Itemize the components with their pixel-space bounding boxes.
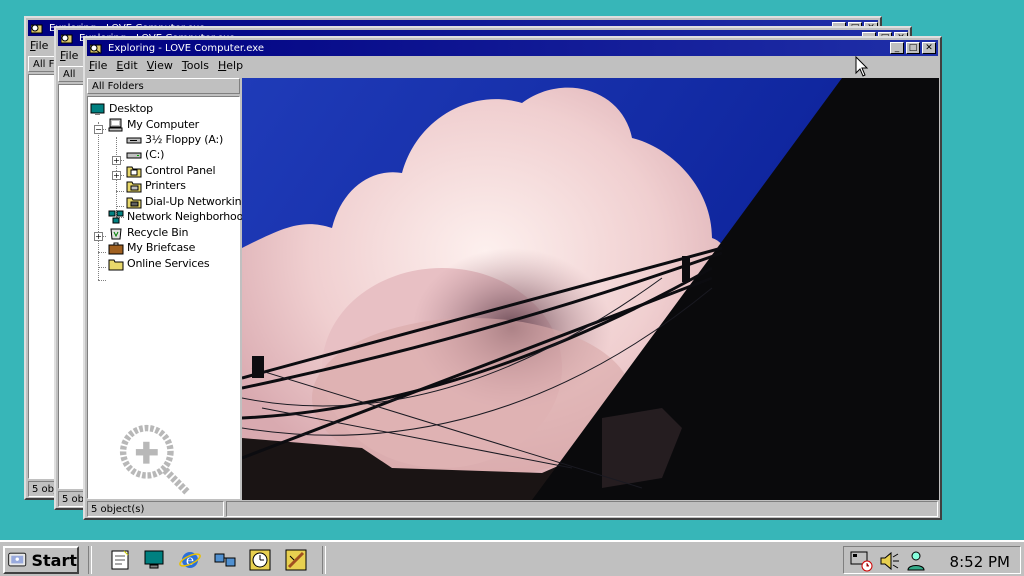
zoom-in-icon[interactable] [110,419,200,501]
collapse-toggle[interactable]: − [94,125,103,134]
hard-drive-icon [126,152,142,158]
menu-file[interactable]: File [30,39,48,52]
window-title: Exploring - LOVE Computer.exe [108,42,264,54]
minimize-button[interactable]: _ [890,42,904,54]
explorer-icon [61,34,73,43]
tree-item-control-panel[interactable]: Control Panel [126,163,216,178]
tree-item-desktop[interactable]: Desktop [90,101,153,116]
menu-file[interactable]: File [60,49,78,62]
notepad-icon[interactable] [107,548,133,572]
tree-item-floppy[interactable]: 3½ Floppy (A:) [126,132,223,147]
my-computer-icon [108,118,123,131]
monitor-icon[interactable] [141,548,167,572]
title-bar[interactable]: Exploring - LOVE Computer.exe _ □ ✕ [87,40,938,56]
tree-label: (C:) [145,148,165,161]
status-bar: 5 object(s) [87,501,938,519]
menu-edit[interactable]: Edit [116,59,137,72]
menu-bar: File Edit View Tools Help [85,56,940,74]
menu-view[interactable]: View [147,59,173,72]
tree-item-online-services[interactable]: Online Services [108,256,210,271]
menu-help[interactable]: Help [218,59,243,72]
expand-toggle[interactable]: + [112,171,121,180]
maximize-button[interactable]: □ [906,42,920,54]
status-cell [226,501,938,517]
status-text: 5 object(s) [87,501,224,517]
all-folders-header: All Folders [87,78,240,94]
paint-icon[interactable] [283,548,309,572]
menu-tools[interactable]: Tools [182,59,209,72]
tree-item-network[interactable]: Network Neighborhood [108,209,250,224]
tree-item-c-drive[interactable]: (C:) [126,147,164,162]
image-view[interactable] [242,78,939,500]
tree-label: Printers [145,179,186,192]
tree-item-dialup[interactable]: Dial-Up Networking [126,194,248,209]
folder-icon [126,166,142,177]
tree-label: 3½ Floppy (A:) [145,133,224,146]
network-icon [108,210,124,223]
desktop-icon [90,103,105,115]
menu-file[interactable]: File [89,59,107,72]
network-icon[interactable] [212,548,238,572]
expand-toggle[interactable]: + [94,232,103,241]
recycle-bin-icon [110,228,122,239]
start-button[interactable]: Start [3,546,79,574]
explorer-icon [31,24,43,33]
tree-item-printers[interactable]: Printers [126,178,186,193]
explorer-icon [90,44,102,53]
tree-label: Online Services [127,257,210,270]
tree-item-my-computer[interactable]: My Computer [108,117,199,132]
folder-tree[interactable]: − + + + Desktop My Computer 3½ Floppy (A… [87,96,250,501]
tree-item-briefcase[interactable]: My Briefcase [108,240,195,255]
tree-label: Desktop [109,102,153,115]
clock[interactable]: 8:52 PM [950,553,1010,571]
close-button[interactable]: ✕ [922,42,936,54]
tree-label: Network Neighborhood [127,210,250,223]
internet-explorer-icon[interactable]: e [177,548,203,572]
explorer-window: Exploring - LOVE Computer.exe _ □ ✕ File… [83,36,942,520]
tree-item-recycle-bin[interactable]: Recycle Bin [108,225,188,240]
windows-logo-icon [8,552,27,567]
floppy-drive-icon [126,137,142,143]
folder-icon [108,259,124,270]
tree-label: My Computer [127,118,199,131]
dialup-folder-icon [126,197,142,208]
start-label: Start [31,550,77,570]
expand-toggle[interactable]: + [112,156,121,165]
clock-app-icon[interactable] [247,548,273,572]
photo [242,78,939,500]
tree-label: Dial-Up Networking [145,195,249,208]
tree-label: My Briefcase [127,241,196,254]
mouse-cursor-icon [855,56,869,77]
tree-label: Control Panel [145,164,216,177]
volume-icon[interactable] [878,550,900,572]
taskbar: Start e 8:52 PM [0,540,1024,576]
briefcase-icon [108,242,124,254]
tree-label: Recycle Bin [127,226,189,239]
user-icon[interactable] [905,550,927,572]
system-tray: 8:52 PM [843,546,1021,574]
keyboard-icon[interactable] [850,550,874,572]
printer-folder-icon [126,181,142,192]
